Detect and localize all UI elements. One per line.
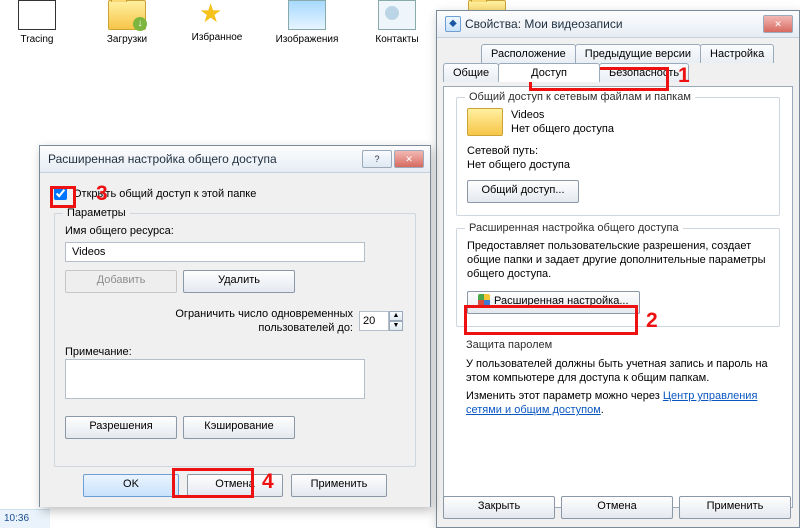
properties-cancel-button[interactable]: Отмена: [561, 496, 673, 519]
folder-icon: [467, 108, 503, 136]
spinner-up[interactable]: ▲: [389, 311, 403, 321]
share-status: Нет общего доступа: [467, 122, 769, 136]
advanced-sharing-window: Расширенная настройка общего доступа ? ✕…: [39, 145, 431, 507]
desktop-icon-favorites[interactable]: ★Избранное: [186, 0, 248, 50]
advanced-sharing-desc: Предоставляет пользовательские разрешени…: [467, 239, 769, 281]
note-textarea[interactable]: [65, 359, 365, 399]
close-button[interactable]: ✕: [394, 150, 424, 168]
uac-shield-icon: [478, 294, 490, 306]
help-button[interactable]: ?: [362, 150, 392, 168]
advanced-sharing-buttons: OK Отмена Применить: [40, 474, 430, 497]
group-network-sharing: Общий доступ к сетевым файлам и папкам V…: [456, 97, 780, 216]
password-protection-hint: Изменить этот параметр можно через Центр…: [466, 389, 770, 417]
desktop-icon-tracing[interactable]: Tracing: [6, 0, 68, 50]
advanced-sharing-titlebar[interactable]: Расширенная настройка общего доступа ? ✕: [40, 146, 430, 173]
star-icon: ★: [199, 0, 235, 28]
network-path-label: Сетевой путь:: [467, 144, 769, 158]
add-button[interactable]: Добавить: [65, 270, 177, 293]
spinner-down[interactable]: ▼: [389, 321, 403, 331]
network-path-value: Нет общего доступа: [467, 158, 769, 172]
limit-spinner[interactable]: ▲▼: [359, 311, 405, 331]
desktop-icon-downloads[interactable]: ↓Загрузки: [96, 0, 158, 50]
group-advanced-sharing: Расширенная настройка общего доступа Пре…: [456, 228, 780, 327]
properties-titlebar[interactable]: ⬥ Свойства: Мои видеозаписи ✕: [437, 11, 799, 38]
advanced-sharing-title: Расширенная настройка общего доступа: [48, 152, 362, 166]
tracing-icon: [18, 0, 56, 30]
properties-window: ⬥ Свойства: Мои видеозаписи ✕ Расположен…: [436, 10, 800, 528]
properties-title: Свойства: Мои видеозаписи: [465, 17, 763, 31]
share-name: Videos: [467, 108, 769, 122]
desktop-icon-pictures[interactable]: Изображения: [276, 0, 338, 50]
properties-sysicon: ⬥: [445, 16, 461, 32]
password-protection-desc: У пользователей должны быть учетная запи…: [466, 357, 770, 385]
remove-button[interactable]: Удалить: [183, 270, 295, 293]
tab-general[interactable]: Общие: [443, 63, 499, 82]
group-password-protection: Защита паролем У пользователей должны бы…: [456, 339, 780, 429]
group-legend: Общий доступ к сетевым файлам и папкам: [465, 91, 695, 103]
fieldset-legend: Параметры: [63, 207, 130, 219]
tab-location[interactable]: Расположение: [481, 44, 576, 63]
advanced-sharing-button[interactable]: Расширенная настройка...: [467, 291, 640, 314]
taskbar-clock: 10:36: [0, 509, 50, 528]
properties-close-button[interactable]: Закрыть: [443, 496, 555, 519]
share-checkbox-label: Открыть общий доступ к этой папке: [73, 188, 256, 200]
properties-buttons: Закрыть Отмена Применить: [443, 496, 791, 519]
fieldset-parameters: Параметры Имя общего ресурса: Добавить У…: [54, 213, 416, 467]
close-button[interactable]: ✕: [763, 15, 793, 33]
tab-customize[interactable]: Настройка: [700, 44, 774, 63]
share-name-input[interactable]: [65, 242, 365, 262]
pictures-icon: [288, 0, 326, 30]
download-arrow-icon: ↓: [133, 17, 147, 31]
ok-button[interactable]: OK: [83, 474, 179, 497]
share-checkbox-input[interactable]: [54, 187, 67, 200]
tab-sharing[interactable]: Доступ: [498, 63, 600, 82]
tab-body-sharing: Общий доступ к сетевым файлам и папкам V…: [443, 86, 793, 508]
contact-icon: [378, 0, 416, 30]
advanced-sharing-body: Открыть общий доступ к этой папке Параме…: [40, 173, 430, 507]
properties-tabs: Расположение Предыдущие версии Настройка…: [443, 44, 793, 86]
share-name-label: Имя общего ресурса:: [65, 224, 405, 238]
properties-apply-button[interactable]: Применить: [679, 496, 791, 519]
folder-icon: ↓: [108, 0, 146, 30]
permissions-button[interactable]: Разрешения: [65, 416, 177, 439]
group-legend: Расширенная настройка общего доступа: [465, 222, 683, 234]
share-this-folder-checkbox[interactable]: Открыть общий доступ к этой папке: [54, 187, 256, 200]
note-label: Примечание:: [65, 345, 405, 359]
share-button[interactable]: Общий доступ...: [467, 180, 579, 203]
tab-security[interactable]: Безопасность: [599, 63, 689, 82]
cancel-button[interactable]: Отмена: [187, 474, 283, 497]
desktop-icon-contacts[interactable]: Контакты: [366, 0, 428, 50]
limit-input[interactable]: [359, 311, 389, 331]
limit-label: Ограничить число одновременных пользоват…: [143, 307, 353, 335]
tab-previous-versions[interactable]: Предыдущие версии: [575, 44, 701, 63]
group-legend: Защита паролем: [466, 339, 770, 357]
caching-button[interactable]: Кэширование: [183, 416, 295, 439]
apply-button[interactable]: Применить: [291, 474, 387, 497]
